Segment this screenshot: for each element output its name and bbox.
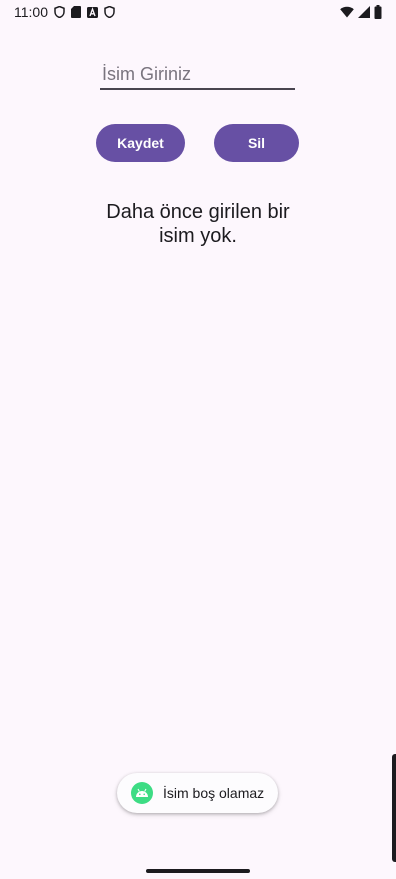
save-button[interactable]: Kaydet — [96, 124, 185, 162]
battery-icon — [374, 5, 382, 19]
delete-button[interactable]: Sil — [214, 124, 299, 162]
name-input[interactable] — [100, 60, 295, 90]
status-bar: 11:00 — [0, 0, 396, 24]
toast-text: İsim boş olamaz — [163, 785, 265, 801]
toast: İsim boş olamaz — [117, 773, 278, 813]
android-icon — [131, 782, 153, 804]
status-left: 11:00 — [14, 4, 115, 20]
sd-card-icon — [71, 6, 81, 18]
empty-state-message: Daha önce girilen bir isim yok. — [106, 201, 290, 247]
navigation-handle[interactable] — [146, 869, 250, 873]
wifi-icon — [340, 6, 354, 18]
font-a-icon — [87, 6, 98, 18]
shield-icon — [54, 6, 65, 18]
signal-icon — [358, 6, 370, 18]
status-time: 11:00 — [14, 4, 48, 20]
side-handle[interactable] — [392, 754, 396, 862]
shield-icon — [104, 6, 115, 18]
status-right — [340, 5, 382, 19]
